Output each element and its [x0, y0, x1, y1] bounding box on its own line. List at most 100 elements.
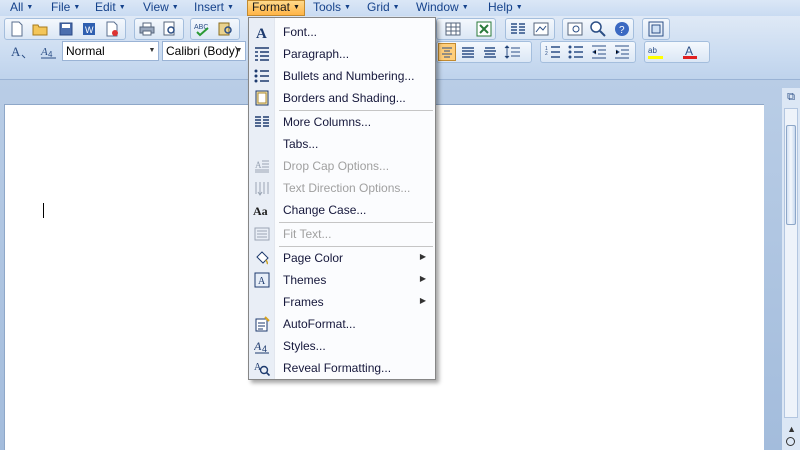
- columns-icon[interactable]: [509, 20, 527, 38]
- menu-label: Change Case...: [283, 203, 367, 217]
- menu-help[interactable]: Help ▼: [484, 0, 527, 16]
- change-case-icon: Aa: [253, 202, 271, 218]
- help-icon[interactable]: ?: [613, 20, 631, 38]
- save-icon[interactable]: [57, 20, 75, 38]
- select-browse-object-icon[interactable]: [786, 437, 795, 446]
- svg-text:A: A: [254, 339, 262, 353]
- svg-text:A: A: [685, 44, 693, 58]
- menu-item-change-case[interactable]: Aa Change Case...: [249, 199, 435, 221]
- highlight-icon[interactable]: ab: [647, 43, 665, 61]
- menu-item-more-columns[interactable]: More Columns...: [249, 111, 435, 133]
- menu-edit[interactable]: Edit ▼: [91, 0, 130, 16]
- document-map-icon[interactable]: [566, 20, 584, 38]
- menu-item-frames[interactable]: Frames ▶: [249, 291, 435, 313]
- submenu-arrow-icon: ▶: [419, 252, 426, 261]
- menu-item-font[interactable]: A Font...: [249, 21, 435, 43]
- research-icon[interactable]: [217, 20, 235, 38]
- font-icon: A: [253, 24, 271, 40]
- print-toolbar: [134, 18, 184, 40]
- menu-item-drop-cap: A Drop Cap Options...: [249, 155, 435, 177]
- prev-page-icon[interactable]: ▲: [787, 424, 796, 434]
- submenu-arrow-icon: ▶: [419, 296, 426, 305]
- menu-label: More Columns...: [283, 115, 372, 129]
- svg-text:W: W: [85, 25, 94, 35]
- scrollbar-thumb[interactable]: [786, 125, 796, 225]
- menu-item-page-color[interactable]: Page Color ▶: [249, 247, 435, 269]
- menu-insert[interactable]: Insert ▼: [190, 0, 238, 16]
- font-combo[interactable]: Calibri (Body) ▼: [162, 41, 246, 61]
- menu-item-borders-shading[interactable]: Borders and Shading...: [249, 87, 435, 109]
- menu-label: Paragraph...: [283, 47, 350, 61]
- proofing-toolbar: ABC: [190, 18, 240, 40]
- insert-table-icon[interactable]: [445, 20, 463, 38]
- menu-item-text-direction: Text Direction Options...: [249, 177, 435, 199]
- table-toolbar: [436, 18, 496, 40]
- text-caret: [43, 203, 44, 218]
- increase-indent-icon[interactable]: [613, 43, 631, 61]
- menu-item-paragraph[interactable]: Paragraph...: [249, 43, 435, 65]
- excel-table-icon[interactable]: [475, 20, 493, 38]
- ruler-toggle-icon[interactable]: ⧉: [784, 90, 798, 104]
- menu-item-reveal-formatting[interactable]: A Reveal Formatting...: [249, 357, 435, 379]
- menu-label: Page Color: [283, 251, 344, 265]
- quick-styles-icon[interactable]: A4: [40, 42, 58, 60]
- svg-text:ab: ab: [648, 46, 657, 55]
- highlight-toolbar: ab A: [644, 41, 710, 63]
- numbering-icon[interactable]: 12: [544, 43, 562, 61]
- bullets-icon[interactable]: [567, 43, 585, 61]
- spelling-icon[interactable]: ABC: [194, 20, 212, 38]
- menu-format[interactable]: Format ▼: [247, 0, 305, 16]
- drawing-icon[interactable]: [532, 20, 550, 38]
- full-screen-icon[interactable]: [647, 20, 665, 38]
- reveal-formatting-icon: A: [253, 360, 271, 376]
- svg-text:A: A: [11, 44, 21, 59]
- menu-item-styles[interactable]: A4 Styles...: [249, 335, 435, 357]
- menu-label: Drop Cap Options...: [283, 159, 390, 173]
- menu-label: Themes: [283, 273, 327, 287]
- columns-icon: [253, 114, 271, 130]
- menu-window[interactable]: Window ▼: [412, 0, 473, 16]
- svg-text:A: A: [256, 26, 267, 40]
- zoom-toolbar: ?: [562, 18, 634, 40]
- menu-file[interactable]: File ▼: [47, 0, 84, 16]
- paragraph-icon: [253, 46, 271, 62]
- open-folder-icon[interactable]: [31, 20, 49, 38]
- menu-label: Borders and Shading...: [283, 91, 406, 105]
- vertical-scrollbar[interactable]: [784, 108, 798, 418]
- svg-text:A: A: [40, 46, 48, 58]
- menu-label: Fit Text...: [283, 227, 332, 241]
- word-doc-icon[interactable]: W: [80, 20, 98, 38]
- zoom-icon[interactable]: [589, 20, 607, 38]
- menu-item-autoformat[interactable]: AutoFormat...: [249, 313, 435, 335]
- align-right-icon[interactable]: [459, 43, 477, 61]
- menu-view[interactable]: View ▼: [139, 0, 183, 16]
- menu-label: Bullets and Numbering...: [283, 69, 415, 83]
- style-combo[interactable]: Normal ▼: [62, 41, 159, 61]
- bullets-icon: [253, 68, 271, 84]
- align-center-icon[interactable]: [438, 43, 456, 61]
- menu-bar: All ▼ File ▼ Edit ▼ View ▼ Insert ▼ Format ▼ T…: [0, 0, 800, 16]
- permission-icon[interactable]: [103, 20, 121, 38]
- print-preview-icon[interactable]: [161, 20, 179, 38]
- print-icon[interactable]: [138, 20, 156, 38]
- svg-text:A: A: [258, 276, 266, 287]
- font-color-icon[interactable]: A: [681, 43, 699, 61]
- menu-tools[interactable]: Tools ▼: [309, 0, 355, 16]
- columns-toolbar: [505, 18, 555, 40]
- menu-all[interactable]: All ▼: [6, 0, 37, 16]
- line-spacing-icon[interactable]: [504, 43, 522, 61]
- borders-icon: [253, 90, 271, 106]
- menu-item-themes[interactable]: A Themes ▶: [249, 269, 435, 291]
- justify-icon[interactable]: [481, 43, 499, 61]
- fit-text-icon: [253, 226, 271, 242]
- styles-pane-icon[interactable]: A: [10, 42, 28, 60]
- svg-text:Aa: Aa: [253, 204, 268, 217]
- new-document-icon[interactable]: [8, 20, 26, 38]
- menu-item-tabs[interactable]: Tabs...: [249, 133, 435, 155]
- menu-label: Tabs...: [283, 137, 319, 151]
- submenu-arrow-icon: ▶: [419, 274, 426, 283]
- decrease-indent-icon[interactable]: [590, 43, 608, 61]
- menu-item-bullets-numbering[interactable]: Bullets and Numbering...: [249, 65, 435, 87]
- menu-grid[interactable]: Grid ▼: [363, 0, 404, 16]
- menu-label: Styles...: [283, 339, 326, 353]
